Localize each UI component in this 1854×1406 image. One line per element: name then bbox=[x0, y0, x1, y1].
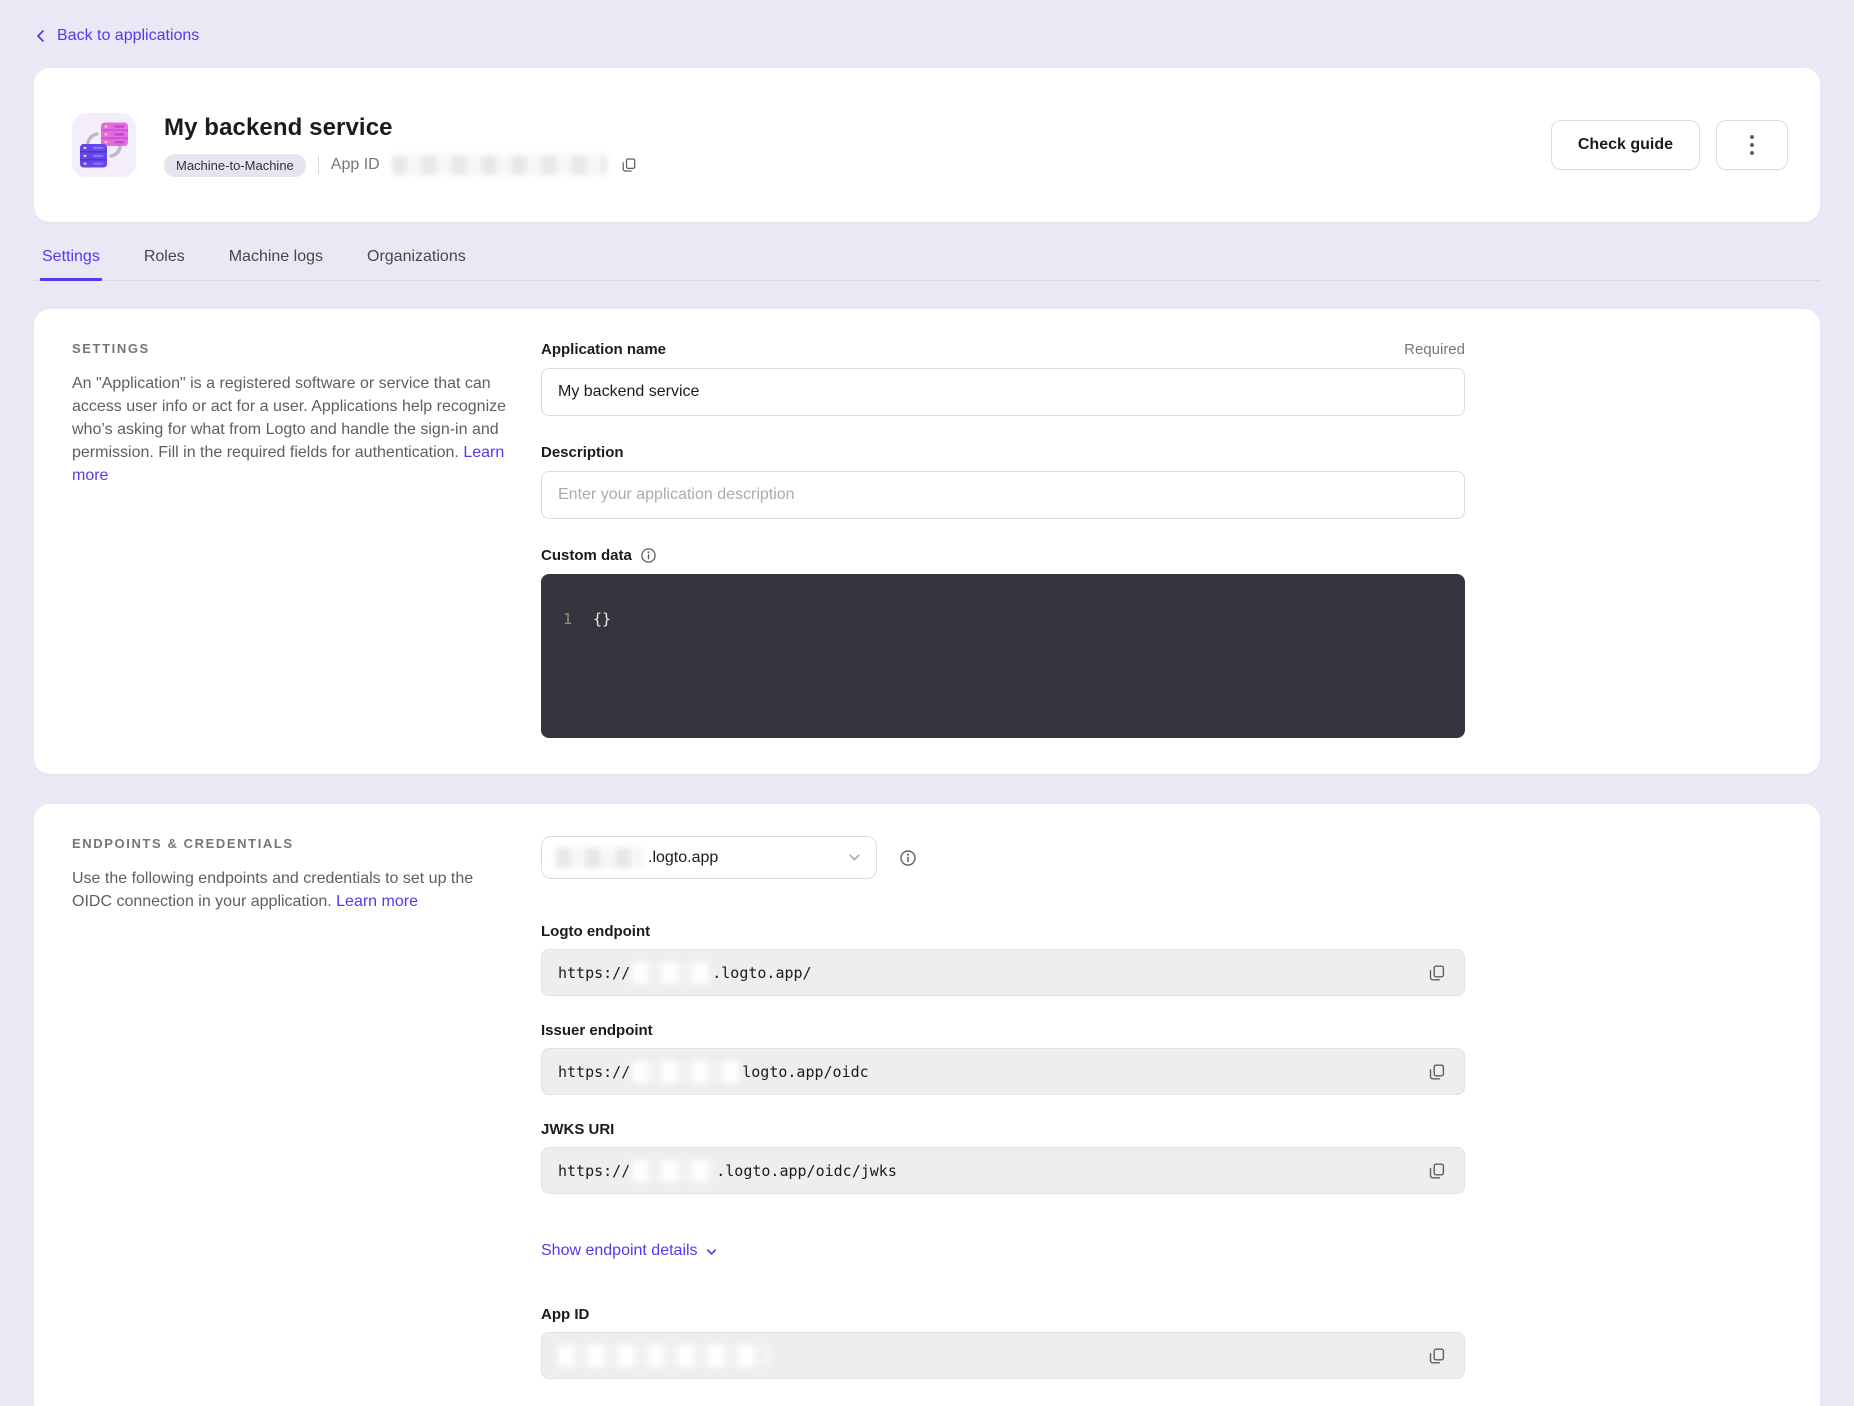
info-icon[interactable] bbox=[899, 849, 917, 867]
jwks-uri-label: JWKS URI bbox=[541, 1121, 1465, 1138]
app-type-badge: Machine-to-Machine bbox=[164, 154, 306, 177]
more-actions-button[interactable] bbox=[1716, 120, 1788, 170]
app-id-redacted-value bbox=[392, 155, 607, 175]
tenant-endpoint-row: .logto.app bbox=[541, 836, 1465, 879]
application-detail-page: Back to applications bbox=[0, 0, 1854, 1406]
chevron-left-icon bbox=[34, 29, 48, 43]
app-detail-tabs: Settings Roles Machine logs Organization… bbox=[34, 242, 1820, 281]
copy-app-id-button[interactable] bbox=[619, 155, 639, 175]
endpoints-section-heading: ENDPOINTS & CREDENTIALS bbox=[72, 836, 511, 851]
settings-section-card: SETTINGS An "Application" is a registere… bbox=[34, 309, 1820, 774]
endpoints-section-intro: ENDPOINTS & CREDENTIALS Use the followin… bbox=[72, 836, 541, 1388]
endpoints-section-card: ENDPOINTS & CREDENTIALS Use the followin… bbox=[34, 804, 1820, 1406]
copy-issuer-endpoint-button[interactable] bbox=[1424, 1059, 1450, 1085]
settings-section-intro: SETTINGS An "Application" is a registere… bbox=[72, 341, 541, 738]
copy-icon bbox=[621, 157, 637, 173]
custom-data-code-editor[interactable]: 1 {} bbox=[541, 574, 1465, 738]
app-id-field-label: App ID bbox=[541, 1306, 1465, 1323]
app-id-group: App ID bbox=[541, 1306, 1465, 1379]
code-line-number: 1 bbox=[563, 610, 593, 628]
app-header-card: My backend service Machine-to-Machine Ap… bbox=[34, 68, 1820, 222]
jwks-uri-group: JWKS URI https:// .logto.app/oidc/jwks bbox=[541, 1121, 1465, 1194]
meta-divider bbox=[318, 156, 319, 174]
application-name-input[interactable] bbox=[541, 368, 1465, 416]
endpoints-learn-more-link[interactable]: Learn more bbox=[336, 893, 418, 910]
back-to-applications-link[interactable]: Back to applications bbox=[34, 27, 199, 45]
custom-data-label: Custom data bbox=[541, 547, 657, 564]
app-id-label: App ID bbox=[331, 156, 380, 174]
copy-icon bbox=[1428, 1063, 1446, 1081]
copy-icon bbox=[1428, 1162, 1446, 1180]
redacted-segment bbox=[632, 1061, 740, 1083]
description-label: Description bbox=[541, 444, 624, 461]
app-id-field bbox=[541, 1332, 1465, 1379]
tab-settings[interactable]: Settings bbox=[40, 242, 102, 281]
machine-to-machine-app-icon bbox=[72, 113, 136, 177]
endpoints-form: .logto.app Logto endpoint https:// .logt… bbox=[541, 836, 1465, 1388]
tenant-domain-suffix: .logto.app bbox=[648, 849, 839, 867]
logto-endpoint-group: Logto endpoint https:// .logto.app/ bbox=[541, 923, 1465, 996]
required-tag: Required bbox=[1404, 341, 1465, 358]
tenant-prefix-redacted bbox=[556, 848, 644, 868]
tab-roles[interactable]: Roles bbox=[142, 242, 187, 281]
settings-form: Application name Required Description Cu… bbox=[541, 341, 1465, 738]
settings-section-heading: SETTINGS bbox=[72, 341, 511, 356]
copy-jwks-uri-button[interactable] bbox=[1424, 1158, 1450, 1184]
show-endpoint-details-link[interactable]: Show endpoint details bbox=[541, 1242, 718, 1260]
redacted-app-id-value bbox=[558, 1345, 770, 1367]
application-name-label: Application name bbox=[541, 341, 666, 358]
settings-section-description: An "Application" is a registered softwar… bbox=[72, 372, 511, 487]
info-icon[interactable] bbox=[640, 547, 657, 564]
tenant-domain-select[interactable]: .logto.app bbox=[541, 836, 877, 879]
copy-icon bbox=[1428, 964, 1446, 982]
server-bottom bbox=[80, 144, 107, 168]
logto-endpoint-label: Logto endpoint bbox=[541, 923, 1465, 940]
back-row: Back to applications bbox=[34, 0, 1820, 48]
logto-endpoint-field: https:// .logto.app/ bbox=[541, 949, 1465, 996]
issuer-endpoint-label: Issuer endpoint bbox=[541, 1022, 1465, 1039]
description-field-group: Description bbox=[541, 444, 1465, 519]
redacted-segment bbox=[632, 1160, 714, 1182]
tab-machine-logs[interactable]: Machine logs bbox=[227, 242, 325, 281]
header-actions: Check guide bbox=[1551, 120, 1788, 170]
copy-icon bbox=[1428, 1347, 1446, 1365]
kebab-icon bbox=[1750, 135, 1754, 155]
issuer-endpoint-group: Issuer endpoint https:// logto.app/oidc bbox=[541, 1022, 1465, 1095]
code-line: 1 {} bbox=[563, 610, 1449, 628]
tab-organizations[interactable]: Organizations bbox=[365, 242, 468, 281]
app-header-info: My backend service Machine-to-Machine Ap… bbox=[164, 114, 1551, 177]
app-meta-row: Machine-to-Machine App ID bbox=[164, 154, 1551, 177]
chevron-down-icon bbox=[847, 850, 862, 865]
check-guide-button[interactable]: Check guide bbox=[1551, 120, 1700, 170]
description-input[interactable] bbox=[541, 471, 1465, 519]
copy-app-id-field-button[interactable] bbox=[1424, 1343, 1450, 1369]
server-top bbox=[101, 123, 128, 147]
chevron-down-icon bbox=[705, 1245, 718, 1258]
redacted-segment bbox=[632, 962, 710, 984]
back-link-label: Back to applications bbox=[57, 27, 199, 45]
code-content: {} bbox=[593, 610, 611, 628]
application-name-field-group: Application name Required bbox=[541, 341, 1465, 416]
issuer-endpoint-field: https:// logto.app/oidc bbox=[541, 1048, 1465, 1095]
jwks-uri-field: https:// .logto.app/oidc/jwks bbox=[541, 1147, 1465, 1194]
endpoints-section-description: Use the following endpoints and credenti… bbox=[72, 867, 511, 913]
custom-data-field-group: Custom data 1 {} bbox=[541, 547, 1465, 738]
copy-logto-endpoint-button[interactable] bbox=[1424, 960, 1450, 986]
app-title: My backend service bbox=[164, 114, 1551, 142]
